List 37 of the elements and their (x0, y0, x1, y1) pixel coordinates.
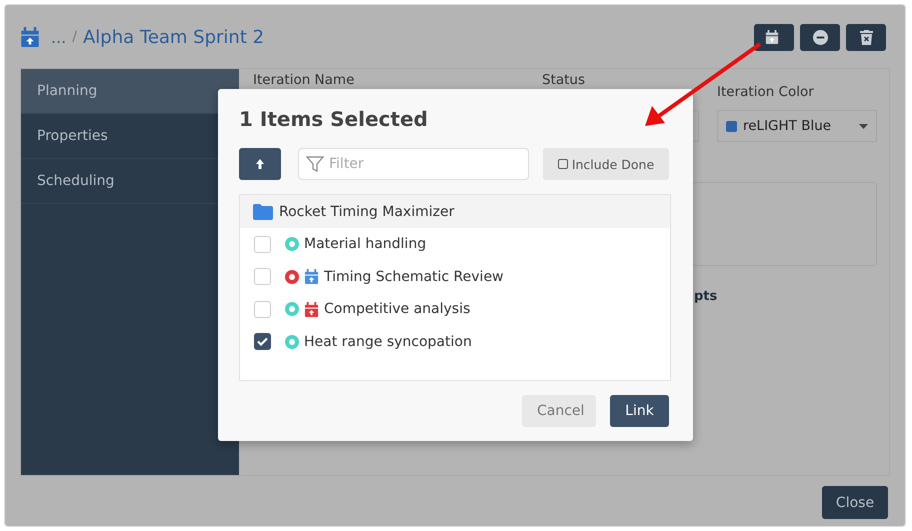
item-label: Heat range syncopation (304, 334, 472, 350)
minus-circle-icon (812, 30, 828, 44)
folder-icon (253, 204, 273, 220)
checkbox[interactable] (254, 333, 271, 350)
dialog-title: 1 Items Selected (239, 107, 429, 133)
breadcrumb-separator: / (72, 29, 77, 45)
item-label: Material handling (304, 236, 426, 252)
calendar-icon (304, 302, 319, 317)
section-heading: pts (694, 289, 718, 304)
up-button[interactable] (239, 148, 281, 180)
window-title: Alpha Team Sprint 2 (82, 26, 264, 48)
filter-field[interactable]: Filter (298, 148, 529, 180)
calendar-icon (20, 27, 40, 47)
color-swatch (726, 120, 737, 132)
field-label: Iteration Color (717, 84, 814, 100)
check-icon (257, 337, 268, 346)
schedule-button[interactable] (754, 24, 794, 50)
sidebar-item[interactable]: Planning (21, 69, 239, 114)
link-button[interactable]: Link (610, 395, 669, 427)
close-button[interactable]: Close (822, 486, 888, 519)
calendar-icon (304, 269, 319, 284)
delete-button[interactable] (846, 24, 886, 50)
item-label: Timing Schematic Review (324, 268, 504, 285)
trash-icon (860, 30, 872, 44)
arrow-up-icon (256, 159, 264, 169)
cancel-button[interactable]: Cancel (522, 395, 596, 427)
calendar-icon (764, 30, 778, 44)
color-dropdown[interactable]: reLIGHT Blue (717, 110, 877, 142)
include-done-button[interactable]: Include Done (543, 148, 669, 180)
field-label: Iteration Name (253, 72, 354, 88)
group-label: Rocket Timing Maximizer (279, 204, 454, 220)
dropdown-value: reLIGHT Blue (743, 118, 832, 134)
field-label: Status (542, 72, 586, 88)
breadcrumb-link[interactable]: ... (51, 28, 66, 46)
caret-icon (859, 124, 868, 128)
item-label: Competitive analysis (324, 301, 470, 318)
remove-button[interactable] (800, 24, 840, 50)
